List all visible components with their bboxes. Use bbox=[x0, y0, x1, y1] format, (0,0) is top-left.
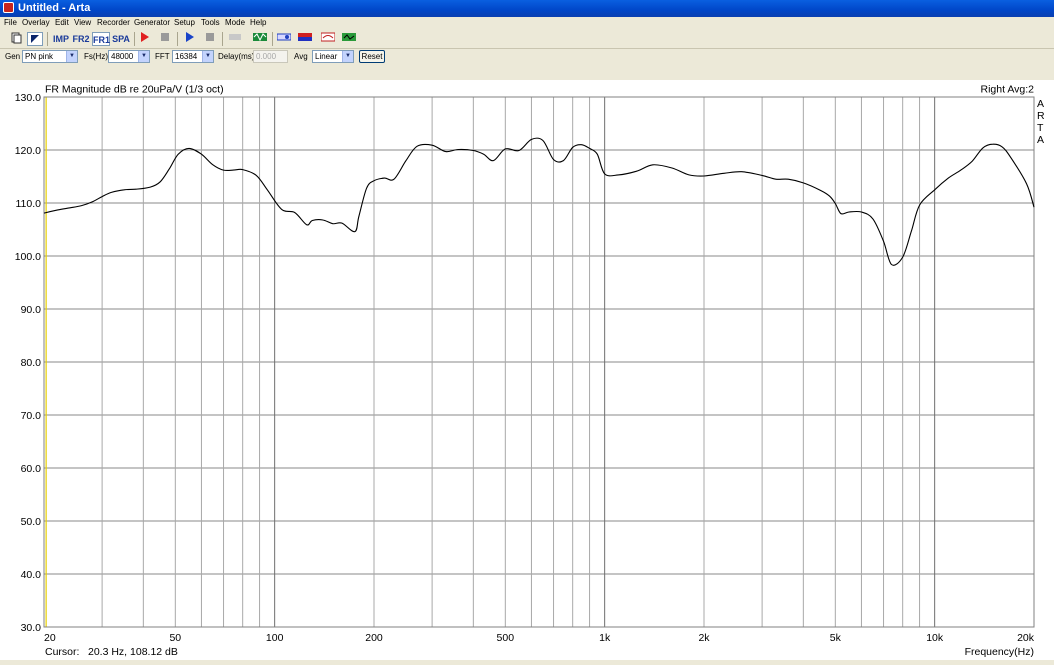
menu-file[interactable]: File bbox=[4, 18, 17, 27]
fs-select[interactable]: 48000 ▼ bbox=[108, 50, 150, 63]
y-tick-label: 110.0 bbox=[16, 198, 42, 210]
fs-value: 48000 bbox=[111, 52, 134, 61]
graph-panel[interactable]: 30.0 40.0 50.0 60.0 70.0 80.0 90.0 100.0 110.0 12… bbox=[0, 80, 1054, 660]
overlay-icon[interactable] bbox=[320, 32, 336, 46]
reset-button[interactable]: Reset bbox=[359, 50, 385, 63]
avg-value: Linear bbox=[315, 52, 338, 61]
avg-label: Avg bbox=[294, 52, 308, 61]
fr1-button[interactable]: FR1 bbox=[92, 32, 110, 46]
graph-title: FR Magnitude dB re 20uPa/V (1/3 oct) bbox=[45, 84, 224, 96]
side-label-letter: A bbox=[1037, 134, 1044, 146]
side-label-letter: T bbox=[1037, 122, 1044, 134]
spectrum-icon[interactable] bbox=[341, 32, 357, 46]
y-tick-label: 40.0 bbox=[21, 569, 42, 581]
window-title: Untitled - Arta bbox=[18, 2, 91, 14]
delay-field[interactable]: 0.000 bbox=[253, 50, 288, 63]
y-tick-label: 130.0 bbox=[15, 92, 41, 104]
toolbar-separator bbox=[134, 32, 135, 46]
record-level-icon[interactable] bbox=[227, 32, 243, 46]
delay-value: 0.000 bbox=[256, 52, 277, 61]
x-tick-label: 2k bbox=[698, 632, 710, 644]
avg-select[interactable]: Linear ▼ bbox=[312, 50, 354, 63]
menu-mode[interactable]: Mode bbox=[225, 18, 245, 27]
menu-generator[interactable]: Generator bbox=[134, 18, 170, 27]
x-tick-label: 5k bbox=[830, 632, 842, 644]
x-tick-label: 20k bbox=[1017, 632, 1035, 644]
menu-edit[interactable]: Edit bbox=[55, 18, 69, 27]
toolbar-separator bbox=[272, 32, 273, 46]
marker-icon[interactable] bbox=[27, 32, 43, 46]
delay-label: Delay(ms) bbox=[218, 52, 255, 61]
chevron-down-icon: ▼ bbox=[202, 51, 213, 62]
app-icon bbox=[3, 2, 14, 13]
x-tick-label: 500 bbox=[497, 632, 515, 644]
x-tick-label: 100 bbox=[266, 632, 284, 644]
y-tick-label: 70.0 bbox=[21, 410, 42, 422]
x-tick-label: 1k bbox=[599, 632, 611, 644]
generator-play-icon[interactable] bbox=[184, 32, 196, 46]
y-tick-label: 80.0 bbox=[21, 357, 42, 369]
y-tick-label: 120.0 bbox=[15, 145, 41, 157]
fft-select[interactable]: 16384 ▼ bbox=[172, 50, 214, 63]
menu-bar: File Overlay Edit View Recorder Generato… bbox=[0, 17, 1054, 30]
gen-label: Gen bbox=[5, 52, 21, 61]
gen-value: PN pink bbox=[25, 52, 54, 61]
signal-icon[interactable] bbox=[276, 32, 292, 46]
stop-icon[interactable] bbox=[159, 32, 171, 46]
chevron-down-icon: ▼ bbox=[66, 51, 77, 62]
side-label-letter: R bbox=[1037, 110, 1045, 122]
toolbar-separator bbox=[177, 32, 178, 46]
generator-stop-icon[interactable] bbox=[204, 32, 216, 46]
fft-value: 16384 bbox=[175, 52, 198, 61]
menu-tools[interactable]: Tools bbox=[201, 18, 220, 27]
imp-button[interactable]: IMP bbox=[51, 32, 71, 46]
color-scheme-icon[interactable] bbox=[297, 32, 313, 46]
y-tick-label: 60.0 bbox=[21, 463, 42, 475]
channel-info: Right Avg:2 bbox=[980, 84, 1034, 96]
settings-toolbar: Gen PN pink ▼ Fs(Hz) 48000 ▼ FFT 16384 ▼… bbox=[0, 48, 1054, 65]
cursor-label: Cursor: bbox=[45, 646, 79, 658]
toolbar-separator bbox=[47, 32, 48, 46]
spa-button[interactable]: SPA bbox=[112, 32, 130, 46]
fr2-button[interactable]: FR2 bbox=[72, 32, 90, 46]
menu-help[interactable]: Help bbox=[250, 18, 266, 27]
plot-background bbox=[0, 80, 1054, 660]
main-toolbar: IMP FR2 FR1 SPA bbox=[0, 30, 1054, 49]
chevron-down-icon: ▼ bbox=[138, 51, 149, 62]
y-tick-label: 90.0 bbox=[21, 304, 42, 316]
menu-setup[interactable]: Setup bbox=[174, 18, 195, 27]
cursor-value: 20.3 Hz, 108.12 dB bbox=[88, 646, 178, 658]
menu-overlay[interactable]: Overlay bbox=[22, 18, 50, 27]
fft-label: FFT bbox=[155, 52, 170, 61]
menu-view[interactable]: View bbox=[74, 18, 91, 27]
x-tick-label: 20 bbox=[44, 632, 56, 644]
y-tick-label: 50.0 bbox=[21, 516, 42, 528]
menu-recorder[interactable]: Recorder bbox=[97, 18, 130, 27]
chevron-down-icon: ▼ bbox=[342, 51, 353, 62]
x-tick-label: 50 bbox=[169, 632, 181, 644]
title-bar: Untitled - Arta bbox=[0, 0, 1054, 17]
y-tick-label: 30.0 bbox=[21, 622, 42, 634]
x-tick-label: 200 bbox=[365, 632, 383, 644]
gen-select[interactable]: PN pink ▼ bbox=[22, 50, 78, 63]
side-label-letter: A bbox=[1037, 98, 1044, 110]
record-play-icon[interactable] bbox=[139, 32, 151, 46]
new-icon[interactable] bbox=[9, 32, 23, 46]
toolbar-separator bbox=[222, 32, 223, 46]
x-axis-label: Frequency(Hz) bbox=[965, 646, 1034, 658]
fs-label: Fs(Hz) bbox=[84, 52, 108, 61]
scope-icon[interactable] bbox=[252, 32, 268, 46]
frequency-response-plot[interactable]: 30.0 40.0 50.0 60.0 70.0 80.0 90.0 100.0 110.0 12… bbox=[0, 80, 1054, 660]
y-tick-label: 100.0 bbox=[15, 251, 41, 263]
x-tick-label: 10k bbox=[926, 632, 944, 644]
